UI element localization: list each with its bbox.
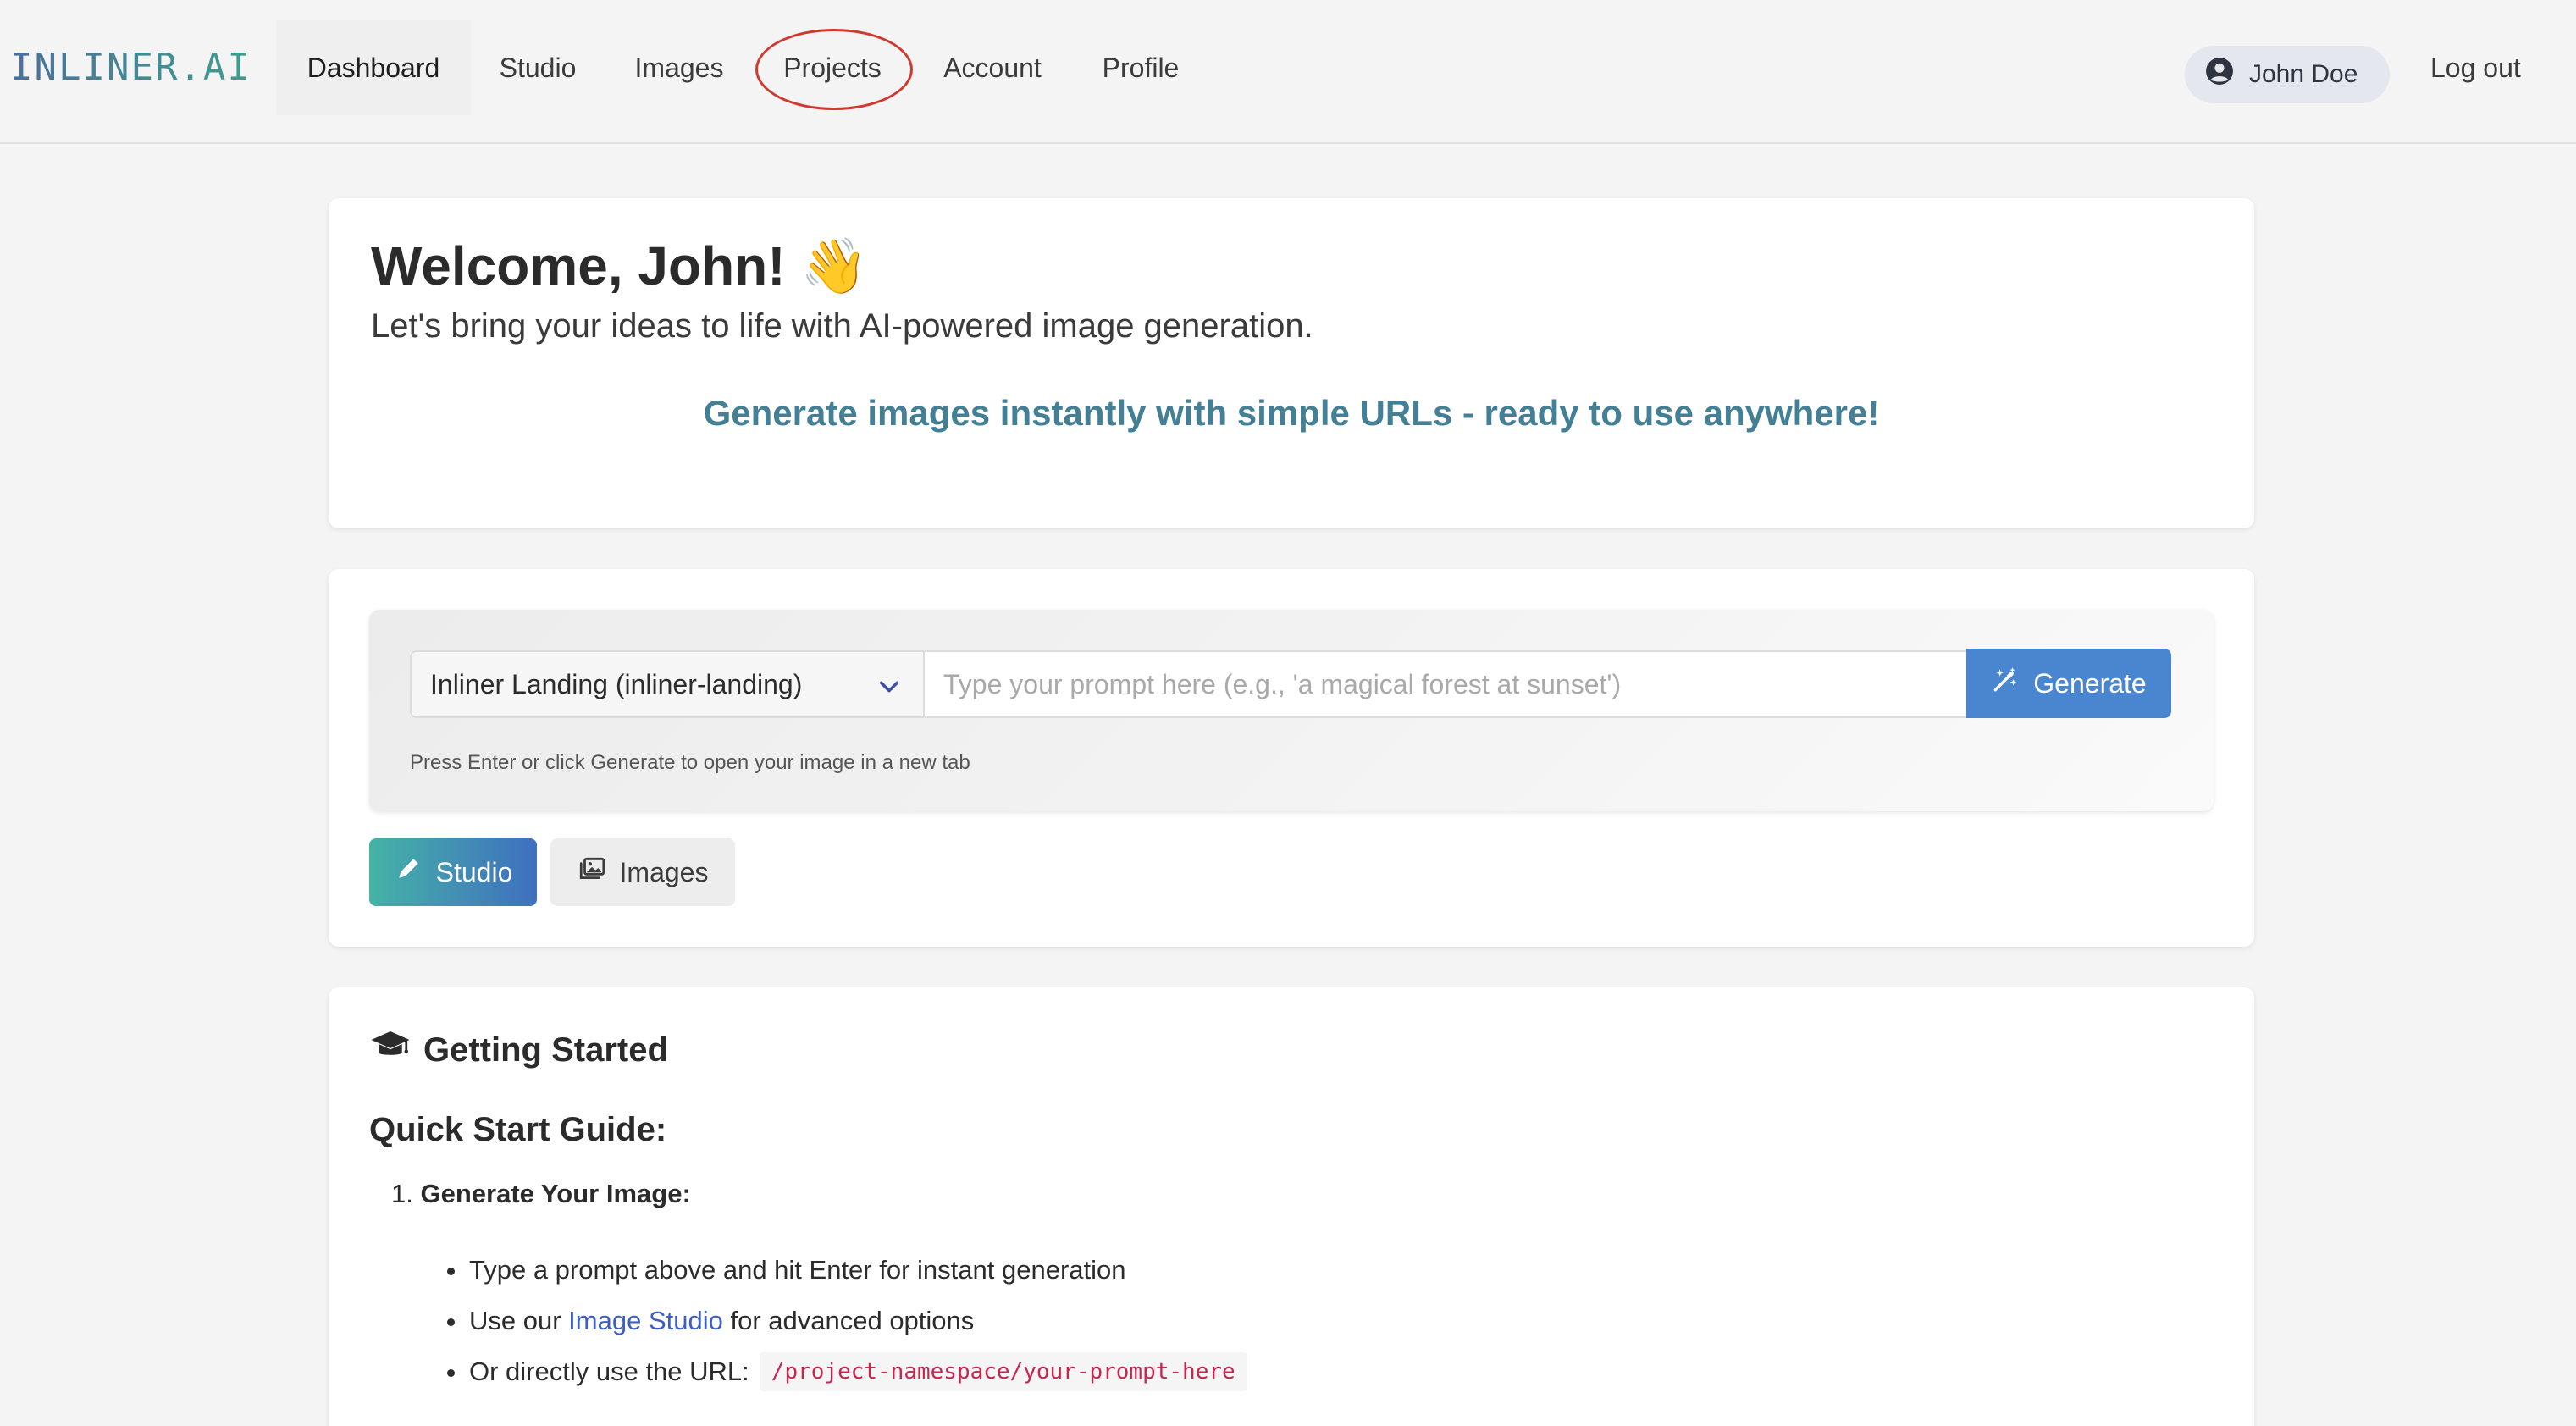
studio-button[interactable]: Studio [369,838,537,906]
nav-item-images[interactable]: Images [618,20,740,115]
brand-logo[interactable]: INLINER.AI [10,42,252,93]
images-button[interactable]: Images [550,838,735,906]
nav-item-account[interactable]: Account [926,20,1059,115]
prompt-card: Inliner Landing (inliner-landing) Genera… [329,569,2254,947]
bullet-text: for advanced options [730,1306,975,1335]
logout-link[interactable]: Log out [2430,42,2521,93]
magic-wand-icon [1991,666,2020,701]
url-code-snippet: /project-namespace/your-prompt-here [759,1352,1247,1391]
images-button-label: Images [619,856,709,887]
studio-button-label: Studio [435,856,513,887]
generate-button[interactable]: Generate [1966,649,2171,718]
chevron-down-icon [877,674,901,698]
bullet-text: Or directly use the URL: [469,1357,749,1386]
step-one-bullets: Type a prompt above and hit Enter for in… [447,1245,1247,1397]
prompt-panel: Inliner Landing (inliner-landing) Genera… [369,610,2214,811]
getting-started-card: Getting Started Quick Start Guide: 1. Ge… [329,987,2254,1426]
list-item: Or directly use the URL: /project-namesp… [447,1346,1247,1397]
nav-item-profile[interactable]: Profile [1082,20,1199,115]
generate-button-label: Generate [2033,667,2147,699]
nav-item-dashboard[interactable]: Dashboard [276,20,471,115]
welcome-subtitle: Let's bring your ideas to life with AI-p… [371,307,1313,345]
step-number: 1. [391,1179,413,1208]
prompt-input[interactable] [923,650,1968,718]
top-navbar: INLINER.AI Dashboard Studio Images Proje… [0,0,2576,144]
bullet-text: Type a prompt above and hit Enter for in… [469,1255,1126,1285]
welcome-tagline: Generate images instantly with simple UR… [703,393,1880,433]
user-menu-button[interactable]: John Doe [2185,46,2390,103]
user-circle-icon [2205,57,2234,92]
user-name: John Doe [2249,60,2358,88]
prompt-hint: Press Enter or click Generate to open yo… [410,751,970,774]
image-studio-link[interactable]: Image Studio [568,1302,723,1340]
welcome-title: Welcome, John! 👋 [371,235,869,296]
getting-started-heading: Getting Started [369,1026,668,1074]
getting-started-title: Getting Started [423,1031,668,1069]
images-icon [578,854,606,890]
list-item: Type a prompt above and hit Enter for in… [447,1245,1247,1296]
project-select-value: Inliner Landing (inliner-landing) [430,668,803,699]
nav-item-projects[interactable]: Projects [762,20,903,115]
graduation-cap-icon [369,1026,412,1074]
nav-item-studio[interactable]: Studio [481,20,594,115]
project-select[interactable]: Inliner Landing (inliner-landing) [410,650,923,718]
step-title: Generate Your Image: [420,1179,691,1208]
bullet-text: Use our [469,1306,561,1335]
quick-start-heading: Quick Start Guide: [369,1111,667,1148]
step-one: 1. Generate Your Image: [391,1175,691,1213]
welcome-card: Welcome, John! 👋 Let's bring your ideas … [329,198,2254,528]
list-item: Use our Image Studio for advanced option… [447,1296,1247,1346]
pencil-icon [394,854,423,890]
